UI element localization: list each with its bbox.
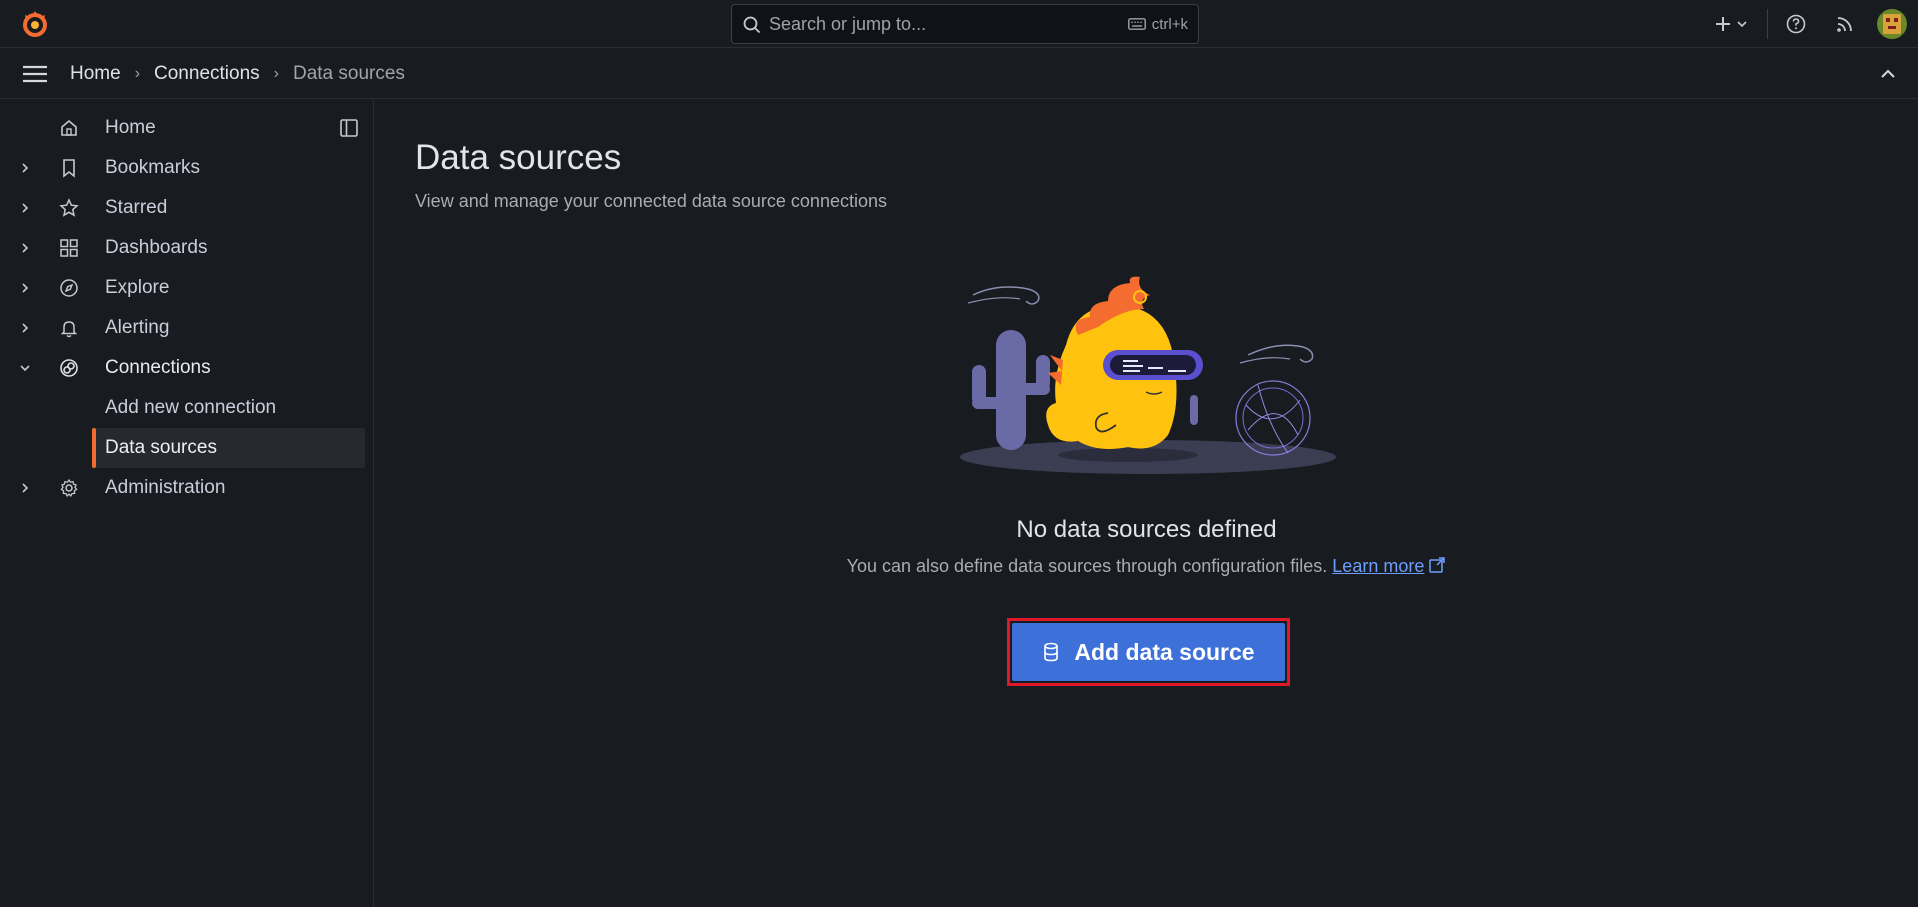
sidebar-item-administration[interactable]: Administration: [0, 468, 374, 508]
breadcrumb-separator: ›: [273, 65, 279, 82]
breadcrumb-data-sources: Data sources: [292, 63, 405, 84]
search-input[interactable]: Search or jump to... ctrl+k: [731, 4, 1199, 44]
help-button[interactable]: [1784, 12, 1808, 36]
sidebar-item-explore[interactable]: Explore: [0, 268, 374, 308]
sidebar-item-label: Administration: [105, 477, 226, 498]
chevron-right-icon[interactable]: [17, 239, 33, 257]
add-data-source-label: Add data source: [1074, 638, 1255, 665]
main-content: Data sources View and manage your connec…: [375, 100, 1918, 907]
sidebar-item-label: Alerting: [105, 317, 170, 338]
cog-icon: [58, 477, 80, 499]
news-button[interactable]: [1833, 12, 1857, 36]
sidebar-item-dashboards[interactable]: Dashboards: [0, 228, 374, 268]
empty-state-title: No data sources defined: [1016, 516, 1277, 543]
breadcrumb-separator: ›: [134, 65, 141, 82]
sidebar-item-label: Explore: [105, 277, 170, 298]
external-link-icon: [1429, 557, 1446, 573]
grafana-logo-icon[interactable]: [20, 9, 50, 39]
sidebar-item-add-new-connection[interactable]: Add new connection: [92, 388, 365, 428]
compass-icon: [58, 277, 80, 299]
collapse-topbar-button[interactable]: [1878, 64, 1898, 84]
sidebar-item-label: Starred: [105, 197, 168, 218]
sidebar-item-bookmarks[interactable]: Bookmarks: [0, 148, 374, 188]
apps-icon: [58, 237, 80, 259]
empty-state-text: You can also define data sources through…: [846, 556, 1328, 576]
bookmark-icon: [58, 157, 80, 179]
sidebar-item-label: Add new connection: [105, 397, 277, 418]
add-data-source-highlight: Add data source: [1007, 618, 1290, 686]
chevron-right-icon[interactable]: [17, 199, 33, 217]
topbar-divider: [1767, 9, 1768, 39]
hamburger-icon: [23, 65, 47, 83]
sidebar-item-label: Home: [105, 117, 156, 138]
search-shortcut: ctrl+k: [1127, 5, 1188, 43]
star-icon: [58, 197, 80, 219]
sidebar-nav: Home Bookmarks Starred Dashboards Explor…: [0, 100, 374, 907]
help-icon: [1786, 14, 1806, 34]
database-icon: [1044, 642, 1059, 662]
top-bar: Search or jump to... ctrl+k: [0, 0, 1918, 48]
chevron-down-icon[interactable]: [17, 359, 33, 377]
sidebar-item-alerting[interactable]: Alerting: [0, 308, 374, 348]
sidebar-item-label: Bookmarks: [105, 157, 201, 178]
chevron-right-icon[interactable]: [17, 159, 33, 177]
sidebar-item-label: Data sources: [105, 437, 217, 458]
link-icon: [58, 357, 80, 379]
bell-icon: [58, 317, 80, 339]
plus-icon: [1716, 17, 1730, 31]
menu-toggle-button[interactable]: [22, 63, 48, 85]
page-title: Data sources: [415, 138, 622, 177]
empty-state-description: You can also define data sources through…: [375, 556, 1918, 577]
search-icon: [743, 16, 761, 39]
shortcut-label: ctrl+k: [1151, 15, 1188, 33]
breadcrumb: Home › Connections › Data sources: [70, 49, 405, 99]
sidebar-item-data-sources[interactable]: Data sources: [92, 428, 365, 468]
chevron-right-icon[interactable]: [17, 279, 33, 297]
chevron-down-icon: [1737, 21, 1747, 28]
breadcrumb-connections[interactable]: Connections: [154, 63, 260, 85]
sidebar-item-home[interactable]: Home: [0, 108, 374, 148]
breadcrumb-bar: Home › Connections › Data sources: [0, 49, 1918, 99]
breadcrumb-home[interactable]: Home: [70, 63, 121, 85]
home-icon: [58, 117, 80, 139]
page-subtitle: View and manage your connected data sour…: [415, 191, 887, 211]
sidebar-item-label: Dashboards: [105, 237, 208, 258]
sidebar-item-label: Connections: [105, 357, 211, 378]
chevron-right-icon[interactable]: [17, 319, 33, 337]
empty-state-illustration: [958, 275, 1338, 475]
keyboard-icon: [1127, 18, 1146, 30]
sidebar-item-connections[interactable]: Connections: [0, 348, 374, 388]
chevron-right-icon[interactable]: [17, 479, 33, 497]
learn-more-link[interactable]: Learn more: [1332, 556, 1424, 576]
rss-icon: [1837, 17, 1852, 32]
new-menu-button[interactable]: [1711, 12, 1751, 36]
search-placeholder: Search or jump to...: [769, 14, 927, 34]
user-avatar[interactable]: [1877, 9, 1907, 39]
chevron-up-icon: [1881, 69, 1895, 78]
add-data-source-button[interactable]: Add data source: [1012, 623, 1285, 681]
sidebar-item-starred[interactable]: Starred: [0, 188, 374, 228]
